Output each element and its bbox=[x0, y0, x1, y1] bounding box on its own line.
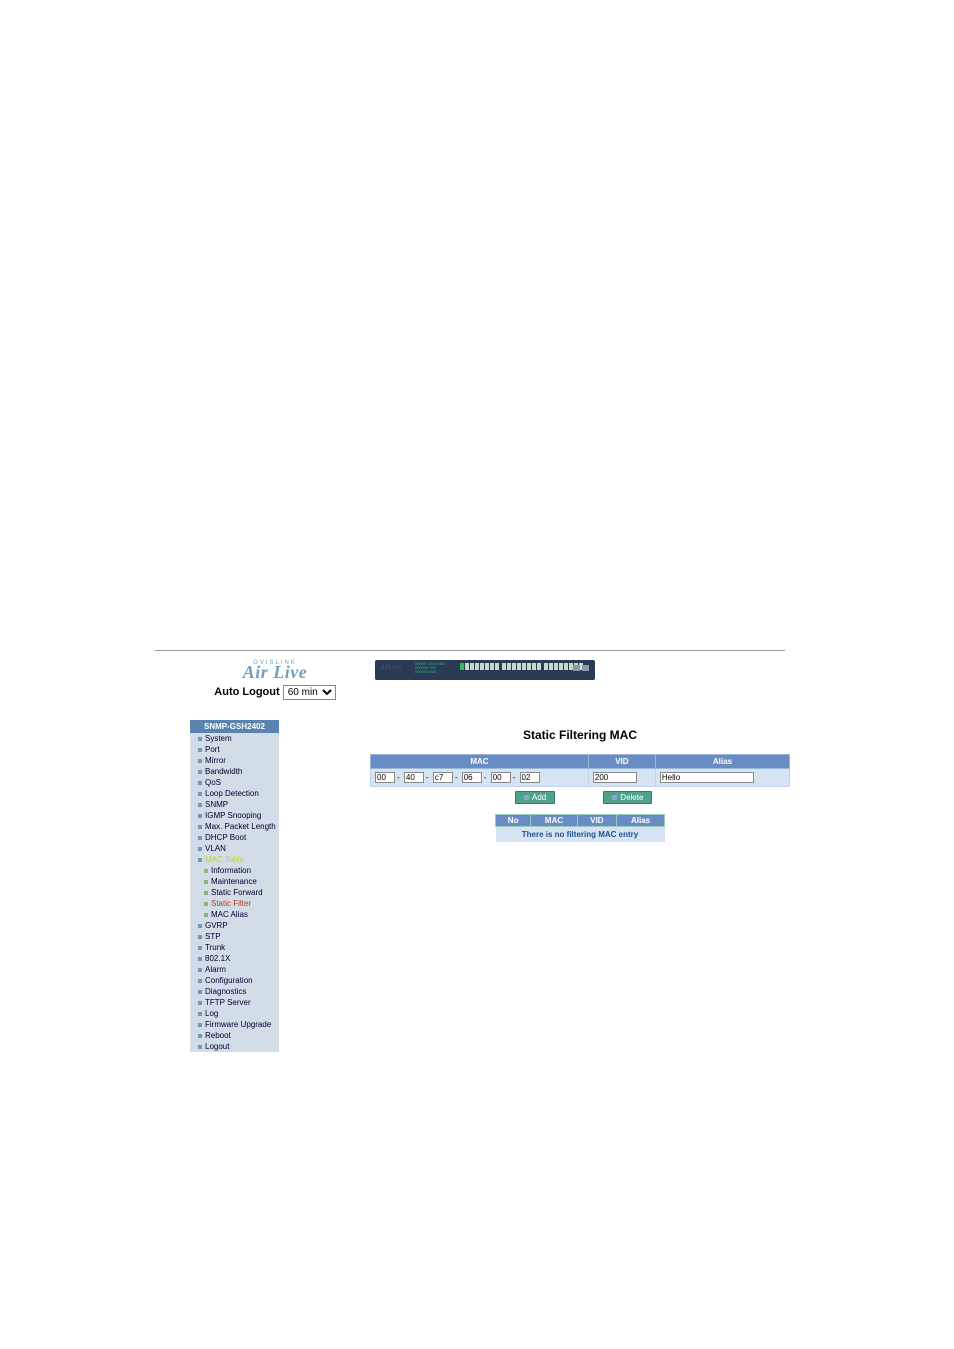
filter-entries-table: No MAC VID Alias There is no filtering M… bbox=[495, 814, 665, 842]
nav-igmp-snooping[interactable]: IGMP Snooping bbox=[190, 810, 279, 821]
auto-logout-select[interactable]: 60 min bbox=[283, 685, 336, 700]
mac-octet-2[interactable] bbox=[404, 772, 424, 783]
mac-octet-3[interactable] bbox=[433, 772, 453, 783]
list-col-no: No bbox=[496, 815, 531, 827]
nav-alarm[interactable]: Alarm bbox=[190, 964, 279, 975]
device-panel-image: AirLive SNMP-GSH2402000000 000000000 000 bbox=[375, 660, 595, 680]
empty-message: There is no filtering MAC entry bbox=[496, 827, 665, 843]
nav-mac-alias[interactable]: MAC Alias bbox=[190, 909, 279, 920]
nav-gvrp[interactable]: GVRP bbox=[190, 920, 279, 931]
mac-octet-6[interactable] bbox=[520, 772, 540, 783]
nav-loop-detection[interactable]: Loop Detection bbox=[190, 788, 279, 799]
alias-input[interactable] bbox=[660, 772, 754, 783]
nav-reboot[interactable]: Reboot bbox=[190, 1030, 279, 1041]
nav-dhcp-boot[interactable]: DHCP Boot bbox=[190, 832, 279, 843]
nav-firmware-upgrade[interactable]: Firmware Upgrade bbox=[190, 1019, 279, 1030]
nav-static-forward[interactable]: Static Forward bbox=[190, 887, 279, 898]
nav-mac-table[interactable]: MAC Table bbox=[190, 854, 279, 865]
nav-vlan[interactable]: VLAN bbox=[190, 843, 279, 854]
main-content: Static Filtering MAC MAC VID Alias - - -… bbox=[370, 720, 790, 842]
nav-log[interactable]: Log bbox=[190, 1008, 279, 1019]
col-alias: Alias bbox=[655, 755, 789, 769]
nav-bandwidth[interactable]: Bandwidth bbox=[190, 766, 279, 777]
nav-configuration[interactable]: Configuration bbox=[190, 975, 279, 986]
nav-static-filter[interactable]: Static Filter bbox=[190, 898, 279, 909]
mac-octet-1[interactable] bbox=[375, 772, 395, 783]
col-vid: VID bbox=[588, 755, 655, 769]
nav-max-packet-length[interactable]: Max. Packet Length bbox=[190, 821, 279, 832]
nav-information[interactable]: Information bbox=[190, 865, 279, 876]
nav-tftp-server[interactable]: TFTP Server bbox=[190, 997, 279, 1008]
nav-8021x[interactable]: 802.1X bbox=[190, 953, 279, 964]
nav-mirror[interactable]: Mirror bbox=[190, 755, 279, 766]
col-mac: MAC bbox=[371, 755, 589, 769]
list-col-vid: VID bbox=[577, 815, 616, 827]
nav-system[interactable]: System bbox=[190, 733, 279, 744]
filter-form-table: MAC VID Alias - - - - - bbox=[370, 754, 790, 787]
nav-maintenance[interactable]: Maintenance bbox=[190, 876, 279, 887]
delete-button[interactable]: Delete bbox=[603, 791, 652, 804]
list-col-alias: Alias bbox=[617, 815, 665, 827]
mac-octet-4[interactable] bbox=[462, 772, 482, 783]
nav-snmp[interactable]: SNMP bbox=[190, 799, 279, 810]
vid-input[interactable] bbox=[593, 772, 637, 783]
sidebar: SNMP-GSH2402 System Port Mirror Bandwidt… bbox=[190, 720, 279, 1052]
nav-qos[interactable]: QoS bbox=[190, 777, 279, 788]
nav-logout[interactable]: Logout bbox=[190, 1041, 279, 1052]
mac-octet-5[interactable] bbox=[491, 772, 511, 783]
nav-trunk[interactable]: Trunk bbox=[190, 942, 279, 953]
nav-stp[interactable]: STP bbox=[190, 931, 279, 942]
nav-port[interactable]: Port bbox=[190, 744, 279, 755]
page-title: Static Filtering MAC bbox=[370, 728, 790, 742]
brand-logo: Air Live bbox=[243, 662, 308, 682]
add-button[interactable]: Add bbox=[515, 791, 555, 804]
sidebar-header: SNMP-GSH2402 bbox=[190, 720, 279, 733]
nav-diagnostics[interactable]: Diagnostics bbox=[190, 986, 279, 997]
auto-logout-label: Auto Logout bbox=[214, 686, 279, 698]
list-col-mac: MAC bbox=[531, 815, 578, 827]
